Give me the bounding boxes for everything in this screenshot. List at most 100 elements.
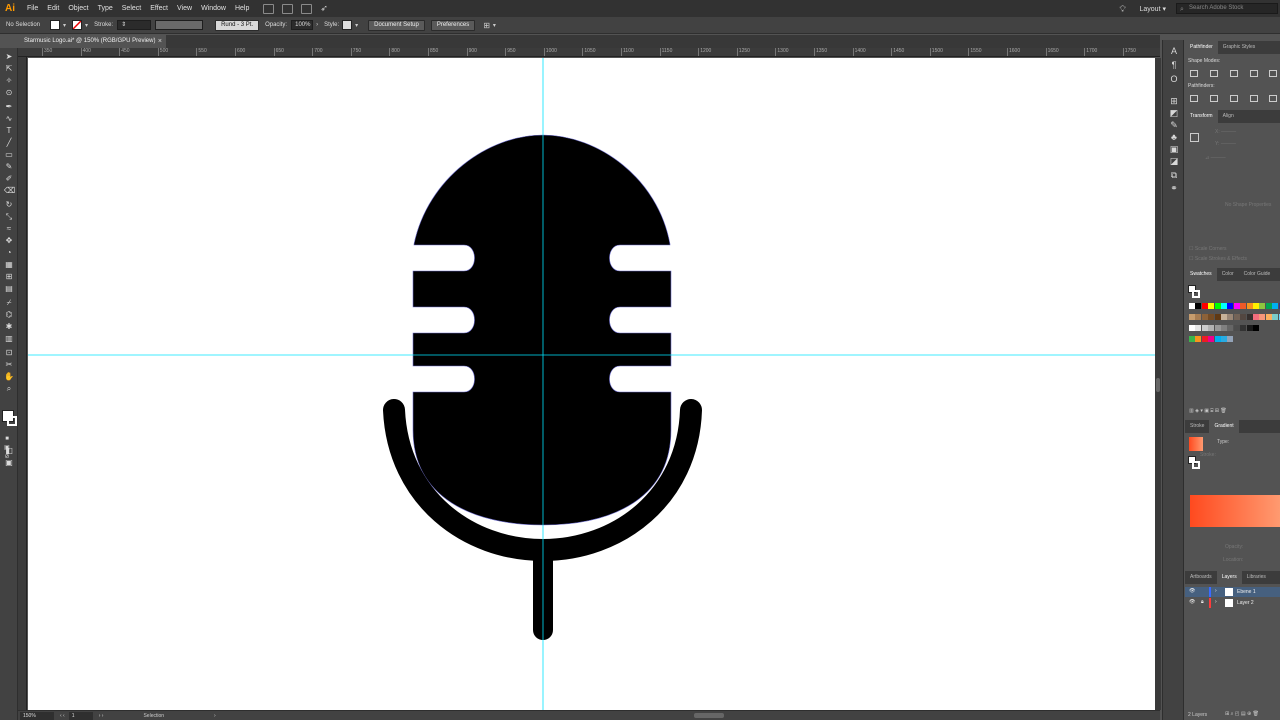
previous-artboard-icon[interactable]: ‹ ‹ <box>60 713 65 719</box>
brush-definition-button[interactable]: Rund - 3 Pt. <box>215 19 260 31</box>
column-graph-tool-icon[interactable]: ▥ <box>4 334 14 343</box>
color-swatch[interactable] <box>1201 303 1208 309</box>
vertical-scroll-thumb[interactable] <box>1156 378 1160 392</box>
horizontal-ruler[interactable]: 350 400 450 500 550 600 650 700 750 800 850 900 950 1… <box>18 48 1160 57</box>
horizontal-scroll-thumb[interactable] <box>694 713 724 718</box>
expand-layer-icon[interactable]: › <box>1215 588 1217 594</box>
color-swatch[interactable] <box>1233 303 1240 309</box>
selection-tool-icon[interactable]: ➤ <box>4 52 14 61</box>
visibility-eye-icon[interactable]: 👁︎ <box>1189 588 1195 594</box>
free-transform-tool-icon[interactable]: ✥ <box>4 236 14 245</box>
stroke-swatch[interactable] <box>72 20 83 30</box>
divide-icon[interactable] <box>1190 95 1198 102</box>
color-swatch[interactable] <box>1201 325 1208 331</box>
opentype-panel-icon[interactable]: O <box>1169 74 1179 84</box>
artboard-number-field[interactable]: 1 <box>68 711 93 720</box>
menu-window[interactable]: Window <box>201 5 226 12</box>
layers-footer-icons[interactable]: ⊞ ⌕ ◰ ▤ ⊕ 🗑︎ <box>1225 711 1259 717</box>
color-swatch[interactable] <box>1240 303 1247 309</box>
character-panel-icon[interactable]: A <box>1169 46 1179 56</box>
color-swatch[interactable] <box>1221 314 1227 320</box>
symbol-sprayer-tool-icon[interactable]: ✱ <box>4 322 14 331</box>
color-swatch[interactable] <box>1208 336 1215 342</box>
gradient-preview-swatch[interactable] <box>1189 437 1203 451</box>
color-swatch[interactable] <box>1272 314 1279 320</box>
tab-graphic-styles[interactable]: Graphic Styles <box>1218 41 1261 54</box>
arrange-documents-icon[interactable] <box>301 3 313 14</box>
direct-selection-tool-icon[interactable]: ⇱ <box>4 64 14 73</box>
gradient-tool-icon[interactable]: ▤ <box>4 284 14 293</box>
variable-width-profile[interactable] <box>155 20 204 30</box>
document-setup-button[interactable]: Document Setup <box>368 19 425 31</box>
color-swatch[interactable] <box>1195 336 1202 342</box>
vertical-ruler[interactable] <box>18 57 27 710</box>
paintbrush-tool-icon[interactable]: ✎ <box>4 162 14 171</box>
links-panel-icon[interactable]: ⚭ <box>1169 183 1179 193</box>
color-swatch[interactable] <box>1221 336 1227 342</box>
fill-dropdown-icon[interactable]: ▾ <box>63 22 66 29</box>
lock-icon[interactable]: 🔒︎ <box>1201 599 1204 605</box>
merge-icon[interactable] <box>1230 95 1238 102</box>
preferences-button[interactable]: Preferences <box>430 19 476 31</box>
artboard-tool-icon[interactable]: ⊡ <box>4 348 14 357</box>
color-swatch[interactable] <box>1214 336 1221 342</box>
layer-row[interactable]: 👁︎ › Ebene 1 <box>1185 587 1280 597</box>
tab-color-guide[interactable]: Color Guide <box>1239 268 1276 281</box>
color-swatch[interactable] <box>1265 303 1272 309</box>
tab-transform[interactable]: Transform <box>1185 110 1218 123</box>
status-menu-icon[interactable]: › <box>214 713 216 719</box>
vertical-scrollbar[interactable] <box>1155 58 1161 710</box>
color-swatch[interactable] <box>1214 314 1221 320</box>
color-swatch[interactable] <box>1208 303 1215 309</box>
reference-point-icon[interactable] <box>1190 133 1199 142</box>
scale-strokes-checkbox[interactable]: ☐ Scale Strokes & Effects <box>1189 256 1247 262</box>
graphic-styles-panel-icon[interactable]: ▣ <box>1169 144 1179 154</box>
blend-tool-icon[interactable]: ⌬ <box>4 310 14 319</box>
color-swatch[interactable] <box>1253 314 1259 320</box>
artboards-panel-icon[interactable]: ⧉ <box>1169 170 1179 180</box>
fill-swatch[interactable] <box>50 20 61 30</box>
tab-gradient[interactable]: Gradient <box>1209 420 1239 433</box>
style-dropdown-icon[interactable]: ▾ <box>355 22 358 29</box>
y-field[interactable]: Y: ——— <box>1215 141 1236 147</box>
color-swatch[interactable] <box>1214 303 1221 309</box>
line-tool-icon[interactable]: ╱ <box>4 138 14 147</box>
rotate-tool-icon[interactable]: ↻ <box>4 200 14 209</box>
color-swatch[interactable] <box>1221 325 1227 331</box>
layer-name[interactable]: Ebene 1 <box>1237 589 1256 595</box>
tab-align[interactable]: Align <box>1218 110 1239 123</box>
scale-tool-icon[interactable]: ⤡ <box>4 212 14 221</box>
stock-search-input[interactable]: ⌕ Search Adobe Stock <box>1176 3 1278 14</box>
color-swatch[interactable] <box>1195 325 1202 331</box>
intersect-icon[interactable] <box>1230 70 1238 77</box>
color-swatch[interactable] <box>1253 325 1259 331</box>
color-swatch[interactable] <box>1208 325 1215 331</box>
color-swatch[interactable] <box>1259 303 1266 309</box>
mesh-tool-icon[interactable]: ⊞ <box>4 272 14 281</box>
perspective-grid-tool-icon[interactable]: ▦ <box>4 260 14 269</box>
color-swatch[interactable] <box>1208 314 1215 320</box>
color-swatch[interactable] <box>1240 314 1247 320</box>
stroke-swatch-indicator[interactable] <box>1192 290 1200 298</box>
tab-libraries[interactable]: Libraries <box>1242 571 1271 584</box>
color-swatch[interactable] <box>1221 303 1227 309</box>
eraser-tool-icon[interactable]: ⌫ <box>4 186 15 195</box>
color-mode-icons[interactable]: ■ ▣ ⊘ <box>2 435 12 460</box>
zoom-tool-icon[interactable]: ⌕ <box>4 384 14 393</box>
tab-layers[interactable]: Layers <box>1216 571 1242 584</box>
tab-color[interactable]: Color <box>1217 268 1239 281</box>
color-swatch[interactable] <box>1233 325 1240 331</box>
shaper-tool-icon[interactable]: ✐ <box>4 174 14 183</box>
appearance-panel-icon[interactable]: ◪ <box>1169 156 1179 166</box>
zoom-level-field[interactable]: 150% <box>20 711 54 720</box>
color-panel-icon[interactable]: ◩ <box>1169 108 1179 118</box>
color-swatch[interactable] <box>1227 336 1234 342</box>
stroke-dropdown-icon[interactable]: ▾ <box>85 22 88 29</box>
menu-edit[interactable]: Edit <box>47 5 59 12</box>
document-tab[interactable]: Starmusic Logo.ai* @ 150% (RGB/GPU Previ… <box>18 35 166 48</box>
stroke-color-swatch[interactable] <box>7 416 17 426</box>
x-field[interactable]: X: ——— <box>1215 129 1236 135</box>
stock-icon[interactable] <box>282 3 294 14</box>
menu-file[interactable]: File <box>27 5 38 12</box>
color-swatch[interactable] <box>1253 303 1259 309</box>
